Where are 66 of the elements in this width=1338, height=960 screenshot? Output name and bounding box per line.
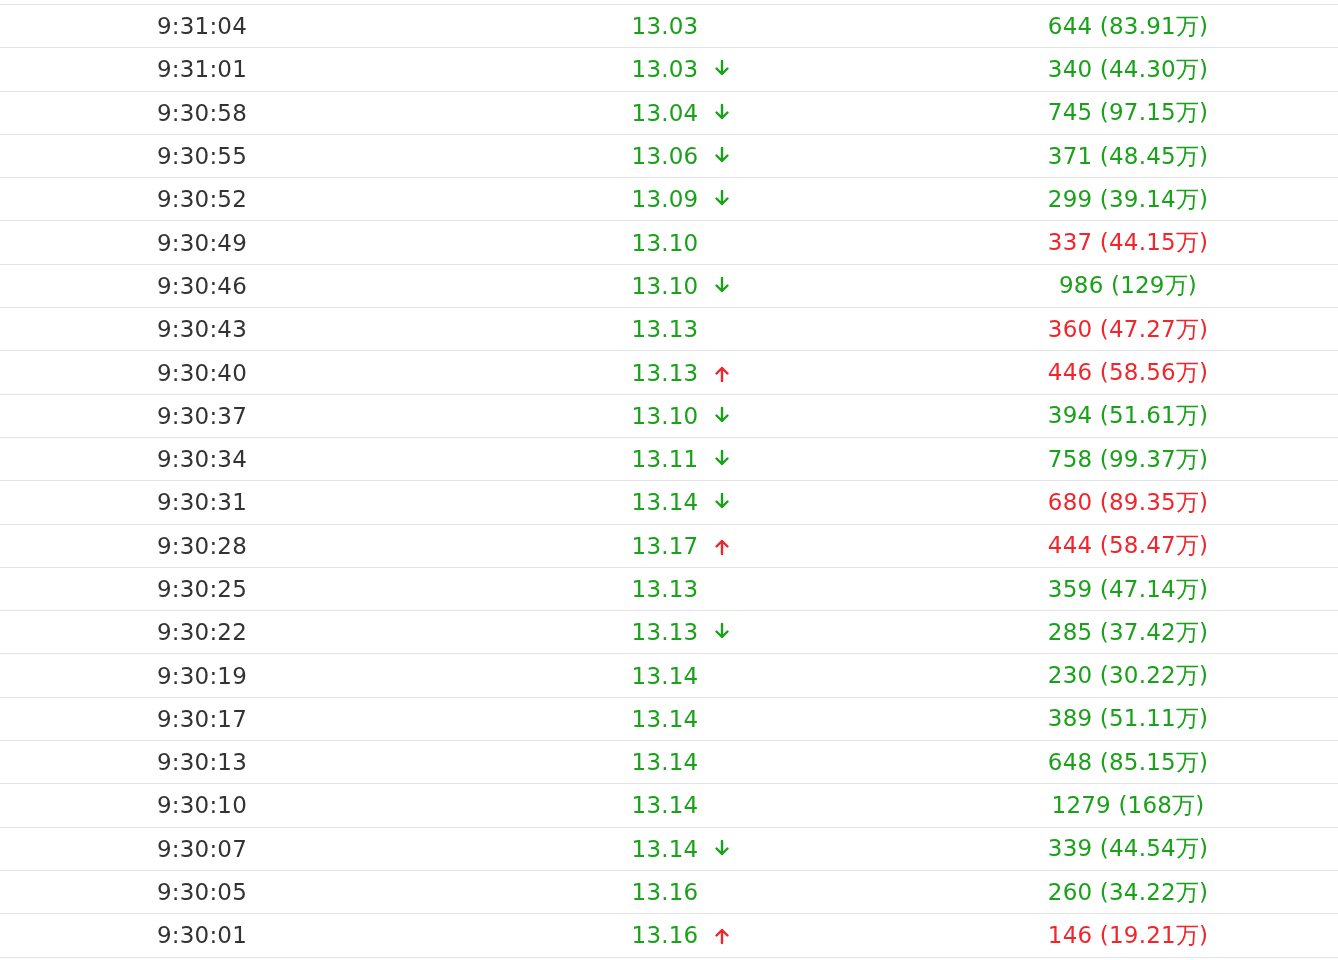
- trade-volume: 745 (97.15万): [1047, 98, 1209, 128]
- trade-time: 9:30:31: [156, 489, 248, 516]
- trade-price: 13.14: [631, 749, 699, 776]
- trade-time: 9:30:40: [156, 359, 248, 386]
- trade-volume: 371 (48.45万): [1047, 141, 1209, 171]
- trade-time: 9:30:58: [156, 99, 248, 126]
- trade-price: 13.13: [631, 576, 699, 602]
- trade-price: 13.09: [631, 186, 699, 213]
- trade-volume: 285 (37.42万): [1047, 617, 1209, 647]
- trade-time: 9:30:25: [156, 576, 248, 602]
- trade-time: 9:30:34: [156, 446, 248, 473]
- trade-time: 9:30:10: [156, 792, 248, 819]
- trade-volume: 644 (83.91万): [1047, 11, 1209, 41]
- trade-price: 13.16: [631, 922, 699, 949]
- trade-volume: 260 (34.22万): [1047, 877, 1209, 907]
- trade-volume: 340 (44.30万): [1047, 54, 1209, 84]
- trade-volume: 648 (85.15万): [1047, 747, 1209, 777]
- trade-volume: 394 (51.61万): [1047, 401, 1209, 431]
- trade-volume: 299 (39.14万): [1047, 184, 1209, 214]
- trade-volume: 230 (30.22万): [1047, 661, 1209, 691]
- trade-time: 9:30:46: [156, 272, 248, 299]
- trade-price: 13.14: [631, 792, 699, 819]
- trade-volume: 446 (58.56万): [1047, 358, 1209, 387]
- trade-time: 9:30:19: [156, 662, 248, 689]
- trade-time: 9:30:28: [156, 532, 248, 559]
- trade-volume: 986 (129万): [1058, 271, 1198, 301]
- trade-volume: 146 (19.21万): [1047, 920, 1209, 950]
- trade-time: 9:30:43: [156, 316, 248, 343]
- trade-price: 13.03: [631, 13, 699, 40]
- trade-price: 13.06: [631, 143, 699, 170]
- trade-price: 13.17: [631, 532, 699, 559]
- trade-time: 9:30:13: [156, 749, 248, 776]
- trade-price: 13.14: [631, 662, 699, 689]
- trade-volume: 359 (47.14万): [1047, 574, 1209, 604]
- trade-volume: 680 (89.35万): [1047, 487, 1209, 517]
- trade-time: 9:30:17: [156, 705, 248, 732]
- trade-volume: 758 (99.37万): [1047, 444, 1209, 474]
- trade-price: 13.13: [631, 359, 699, 386]
- trade-volume: 1279 (168万): [1051, 791, 1205, 820]
- trade-time: 9:31:01: [156, 56, 248, 83]
- trade-time: 9:30:37: [156, 402, 248, 429]
- trade-price: 13.10: [631, 402, 699, 429]
- trade-price: 13.16: [631, 879, 699, 906]
- trade-price: 13.10: [631, 229, 699, 256]
- trade-volume: 389 (51.11万): [1047, 704, 1209, 734]
- trade-time: 9:30:49: [156, 229, 248, 256]
- trade-time: 9:30:01: [156, 922, 248, 949]
- trade-time: 9:30:55: [156, 143, 248, 170]
- trade-price: 13.03: [631, 56, 699, 83]
- trade-time: 9:30:05: [156, 879, 248, 906]
- trade-price: 13.14: [631, 489, 699, 516]
- trade-price: 13.04: [631, 99, 699, 126]
- trade-volume: 360 (47.27万): [1047, 314, 1209, 344]
- trade-time: 9:30:52: [156, 186, 248, 213]
- trade-price: 13.11: [631, 446, 699, 473]
- trade-price: 13.10: [631, 272, 699, 299]
- trade-price: 13.14: [631, 835, 699, 862]
- trade-time: 9:31:04: [156, 13, 248, 40]
- trade-price: 13.13: [631, 619, 699, 646]
- trade-price: 13.13: [631, 316, 699, 343]
- trade-time: 9:30:07: [156, 835, 248, 862]
- trade-volume: 337 (44.15万): [1047, 228, 1209, 258]
- trade-volume: 339 (44.54万): [1047, 834, 1209, 864]
- trade-volume: 444 (58.47万): [1047, 531, 1209, 561]
- trade-time: 9:30:22: [156, 619, 248, 646]
- trade-price: 13.14: [631, 705, 699, 732]
